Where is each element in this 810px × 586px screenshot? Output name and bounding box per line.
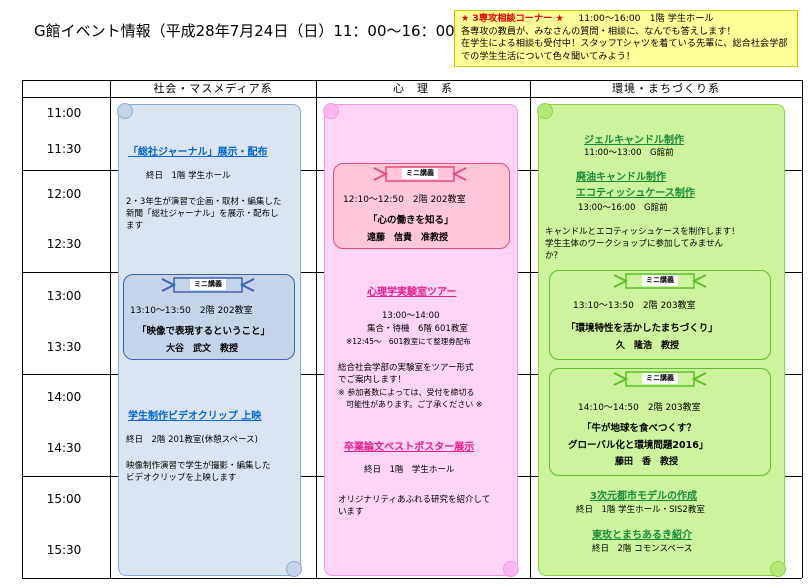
event-title-soja-journal[interactable]: 「総社ジャーナル」展示・配布 — [128, 143, 268, 158]
event-desc: か？ — [545, 251, 563, 261]
event-desc: ビデオクリップを上映します — [126, 473, 237, 483]
lecture-title: グローバル化と環境問題2016」 — [568, 440, 709, 451]
time-label: 15:00 — [46, 492, 82, 506]
column-header-media: 社会・マスメディア系 — [153, 82, 273, 95]
lecture-speaker: 藤田 香 教授 — [615, 457, 679, 467]
ribbon-label: ミニ講義 — [190, 279, 226, 290]
grid-vline — [316, 80, 317, 578]
column-header-environment: 環境・まちづくり系 — [612, 82, 720, 95]
lecture-title: 「映像で表現するということ」 — [137, 326, 271, 337]
mini-lecture-ribbon: ミニ講義 — [160, 277, 256, 293]
scroll-curl — [770, 561, 786, 577]
mini-lecture-ribbon: ミニ講義 — [612, 371, 708, 387]
event-desc: います — [338, 507, 364, 517]
lecture-speaker: 久 隆浩 教授 — [616, 341, 680, 351]
scroll-curl — [537, 103, 553, 119]
event-title-eco-tissue[interactable]: エコティッシュケース制作 — [576, 184, 695, 199]
event-place: 終日 2階 コモンスペース — [592, 544, 693, 554]
event-desc: 総合社会学部の実験室をツアー形式 — [338, 363, 474, 373]
grid-header-line — [22, 97, 802, 98]
consult-line: での学生生活について色々聞いてみよう！ — [461, 50, 636, 62]
event-desc: 2・3年生が演習で企画・取材・編集した — [126, 197, 282, 207]
lecture-title: 「環境特性を活かしたまちづくり」 — [566, 323, 718, 334]
lecture-time: 13:10～13:50 2階 202教室 — [130, 306, 253, 316]
event-time: 11:00～13:00 G館前 — [584, 148, 674, 158]
scroll-curl — [323, 103, 339, 119]
grid-bottom-line — [22, 578, 802, 579]
event-title-lab-tour[interactable]: 心理学実験室ツアー — [367, 283, 456, 298]
lecture-time: 13:10～13:50 2階 203教室 — [573, 301, 696, 311]
event-place: 集合・待機 6階 601教室 — [367, 324, 468, 334]
lecture-time: 14:10～14:50 2階 203教室 — [578, 403, 701, 413]
ribbon-label: ミニ講義 — [642, 373, 678, 384]
grid-vline — [530, 80, 531, 578]
event-time: 13:00～16:00 G館前 — [578, 203, 668, 213]
lecture-title: 「心の働きを知る」 — [368, 215, 454, 226]
event-title-town-walk[interactable]: 東玫とまちあるき紹介 — [592, 526, 692, 541]
time-label: 13:00 — [46, 289, 82, 303]
time-label: 14:00 — [46, 390, 82, 404]
time-label: 15:30 — [46, 543, 82, 557]
lecture-time: 12:10～12:50 2階 202教室 — [343, 195, 466, 205]
consult-line: 各専攻の教員が、みなさんの質問・相談に、なんでも答えします！ — [461, 25, 736, 37]
event-desc: 映像制作演習で学生が撮影・編集した — [126, 461, 271, 471]
event-desc: オリジナリティあふれる研究を紹介して — [338, 495, 491, 505]
scroll-curl — [503, 561, 519, 577]
time-label: 12:30 — [46, 237, 82, 251]
time-label: 12:00 — [46, 187, 82, 201]
event-desc: キャンドルとエコティッシュケースを制作します！ — [545, 227, 740, 237]
event-desc: でご案内します！ — [338, 375, 407, 385]
ribbon-label: ミニ講義 — [642, 275, 678, 286]
event-title-poster[interactable]: 卒業論文ベストポスター展示 — [344, 438, 474, 453]
consult-line: 在学生による相談も受付中！スタッフTシャツを着ている先輩に、総合社会学部 — [461, 38, 788, 50]
event-place: 終日 2階 201教室(休憩スペース) — [126, 435, 258, 445]
lecture-title: 「牛が地球を食べつくす？ — [582, 423, 697, 434]
event-place: 終日 1階 学生ホール — [364, 465, 455, 475]
time-label: 11:00 — [46, 106, 82, 120]
event-desc: 可能性があります。ご了承ください ※ — [338, 400, 483, 409]
event-title-video-clip[interactable]: 学生制作ビデオクリップ 上映 — [128, 407, 261, 422]
lecture-speaker: 遠藤 信貴 准教授 — [367, 233, 449, 243]
mini-lecture-ribbon: ミニ講義 — [372, 166, 468, 182]
consult-header: ★ 3専攻相談コーナー ★ — [461, 13, 564, 24]
event-desc: 新聞「総社ジャーナル」を展示・配布し — [126, 209, 279, 219]
grid-vline — [22, 80, 23, 578]
event-place: 終日 1階 学生ホール — [146, 171, 231, 181]
event-title-gel-candle[interactable]: ジェルキャンドル制作 — [584, 131, 684, 146]
event-time: 13:00～14:00 — [382, 311, 440, 321]
time-label: 13:30 — [46, 340, 82, 354]
grid-vline — [802, 80, 803, 578]
event-title-oil-candle[interactable]: 廃油キャンドル制作 — [576, 168, 666, 183]
event-place: 終日 1階 学生ホール・SIS2教室 — [576, 505, 705, 515]
consult-header-info: 11:00～16:00 1階 学生ホール — [578, 13, 714, 24]
lecture-speaker: 大谷 武文 教授 — [166, 344, 239, 354]
grid-vline — [110, 80, 111, 578]
page-title: G館イベント情報（平成28年7月24日（日）11：00～16：00） — [34, 22, 470, 40]
scroll-curl — [117, 103, 133, 119]
mini-lecture-ribbon: ミニ講義 — [612, 273, 708, 289]
event-note: ※12:45～ 601教室にて整理券配布 — [346, 337, 471, 346]
event-desc: ます — [126, 221, 144, 231]
event-title-3d-model[interactable]: 3次元都市モデルの作成 — [590, 487, 697, 502]
event-desc: 学生主体のワークショップに参加してみません — [545, 239, 723, 249]
column-header-psychology: 心 理 系 — [393, 82, 453, 95]
event-desc: ※ 参加者数によっては、受付を締切る — [338, 388, 475, 397]
time-label: 11:30 — [46, 142, 82, 156]
scroll-curl — [286, 561, 302, 577]
ribbon-label: ミニ講義 — [402, 168, 438, 179]
consult-corner-box: ★ 3専攻相談コーナー ★ 11:00～16:00 1階 学生ホール 各専攻の教… — [454, 10, 798, 67]
time-label: 14:30 — [46, 441, 82, 455]
